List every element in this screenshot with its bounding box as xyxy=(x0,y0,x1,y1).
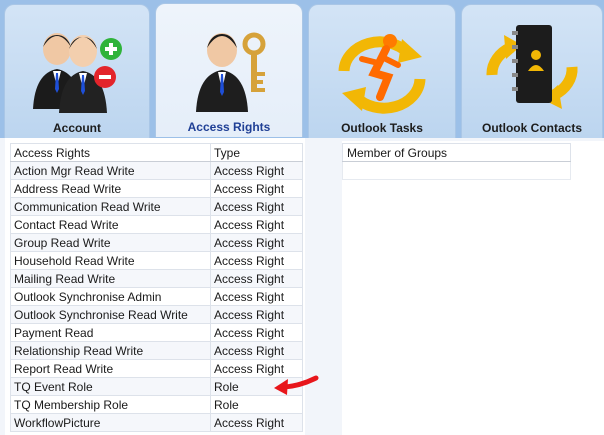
tab-outlook-contacts[interactable]: Outlook Contacts xyxy=(461,4,603,138)
access-right-name-cell: TQ Membership Role xyxy=(10,395,211,414)
access-right-type-cell: Access Right xyxy=(210,305,303,324)
access-right-name-cell: Group Read Write xyxy=(10,233,211,252)
tab-bar: Account Access Rights Outlook Tasks Outl… xyxy=(0,0,604,138)
task-sync-icon xyxy=(332,17,432,122)
column-header-access-rights[interactable]: Access Rights xyxy=(10,143,211,162)
access-right-type-cell: Access Right xyxy=(210,251,303,270)
user-key-icon xyxy=(184,16,274,121)
access-right-type-cell: Access Right xyxy=(210,323,303,342)
tab-account[interactable]: Account xyxy=(4,4,150,138)
table-row[interactable]: TQ Event Role Role xyxy=(10,377,303,396)
access-right-type-cell: Access Right xyxy=(210,287,303,306)
access-right-type-cell: Access Right xyxy=(210,161,303,180)
access-rights-table-body: Action Mgr Read Write Access Right Address… xyxy=(10,161,303,432)
table-header-row: Access Rights Type xyxy=(10,143,303,162)
tab-access-rights[interactable]: Access Rights xyxy=(155,3,303,137)
access-right-type-cell: Access Right xyxy=(210,269,303,288)
access-right-name-cell: Payment Read xyxy=(10,323,211,342)
access-right-type-cell: Access Right xyxy=(210,341,303,360)
table-row[interactable]: Outlook Synchronise Admin Access Right xyxy=(10,287,303,306)
tab-outlook-tasks[interactable]: Outlook Tasks xyxy=(308,4,456,138)
table-row[interactable]: Payment Read Access Right xyxy=(10,323,303,342)
table-row[interactable]: Report Read Write Access Right xyxy=(10,359,303,378)
access-right-name-cell: Action Mgr Read Write xyxy=(10,161,211,180)
table-row[interactable]: TQ Membership Role Role xyxy=(10,395,303,414)
access-right-name-cell: WorkflowPicture xyxy=(10,413,211,432)
access-right-name-cell: Household Read Write xyxy=(10,251,211,270)
table-row[interactable]: WorkflowPicture Access Right xyxy=(10,413,303,432)
access-right-type-cell: Access Right xyxy=(210,233,303,252)
access-right-name-cell: Outlook Synchronise Admin xyxy=(10,287,211,306)
red-arrow-annotation-icon xyxy=(270,374,322,403)
table-row[interactable]: Outlook Synchronise Read Write Access Rig… xyxy=(10,305,303,324)
users-add-remove-icon xyxy=(27,17,127,122)
table-row[interactable] xyxy=(342,161,571,180)
access-right-name-cell: Mailing Read Write xyxy=(10,269,211,288)
member-of-groups-table: Member of Groups xyxy=(342,143,571,180)
table-header-row: Member of Groups xyxy=(342,143,571,162)
tab-outlook-contacts-label: Outlook Contacts xyxy=(481,121,582,135)
tab-account-label: Account xyxy=(53,121,101,135)
access-right-type-cell: Access Right xyxy=(210,413,303,432)
table-row[interactable]: Contact Read Write Access Right xyxy=(10,215,303,234)
access-right-name-cell: Contact Read Write xyxy=(10,215,211,234)
access-right-name-cell: Outlook Synchronise Read Write xyxy=(10,305,211,324)
table-row[interactable]: Group Read Write Access Right xyxy=(10,233,303,252)
access-right-name-cell: Relationship Read Write xyxy=(10,341,211,360)
table-row[interactable]: Action Mgr Read Write Access Right xyxy=(10,161,303,180)
access-right-type-cell: Access Right xyxy=(210,215,303,234)
access-right-type-cell: Access Right xyxy=(210,197,303,216)
table-row[interactable]: Relationship Read Write Access Right xyxy=(10,341,303,360)
access-right-type-cell: Access Right xyxy=(210,179,303,198)
tab-access-rights-label: Access Rights xyxy=(187,120,271,134)
column-header-type[interactable]: Type xyxy=(210,143,303,162)
access-right-name-cell: Communication Read Write xyxy=(10,197,211,216)
empty-cell xyxy=(342,161,571,180)
access-rights-table: Access Rights Type Action Mgr Read Write… xyxy=(10,143,303,432)
table-row[interactable]: Communication Read Write Access Right xyxy=(10,197,303,216)
access-right-name-cell: Report Read Write xyxy=(10,359,211,378)
table-row[interactable]: Household Read Write Access Right xyxy=(10,251,303,270)
access-right-name-cell: TQ Event Role xyxy=(10,377,211,396)
groups-panel xyxy=(342,141,604,435)
access-right-name-cell: Address Read Write xyxy=(10,179,211,198)
table-row[interactable]: Address Read Write Access Right xyxy=(10,179,303,198)
table-row[interactable]: Mailing Read Write Access Right xyxy=(10,269,303,288)
column-header-member-of-groups[interactable]: Member of Groups xyxy=(342,143,571,162)
contacts-sync-icon xyxy=(482,17,582,122)
tab-outlook-tasks-label: Outlook Tasks xyxy=(341,121,423,135)
